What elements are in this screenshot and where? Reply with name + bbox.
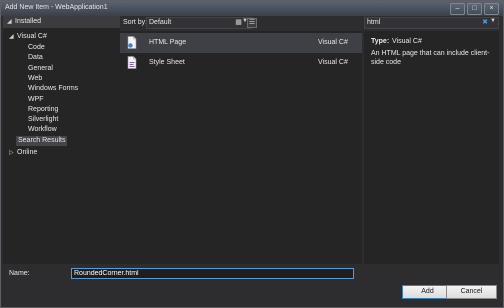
template-description: An HTML page that can include client-sid…	[371, 50, 490, 66]
name-input[interactable]	[74, 269, 349, 278]
clear-search-icon[interactable]: ✖	[482, 18, 488, 26]
tree-node-workflow[interactable]: Workflow	[28, 125, 57, 135]
tree-node-online[interactable]: ▷ Online	[9, 148, 37, 158]
tree-node-wpf[interactable]: WPF	[28, 95, 44, 105]
grid-view-icon[interactable]: ▦	[234, 18, 243, 27]
type-value: Visual C#	[392, 38, 422, 45]
tree-node-web[interactable]: Web	[28, 74, 42, 84]
template-type: Visual C#	[318, 39, 348, 46]
cancel-button[interactable]: Cancel	[446, 285, 497, 299]
expanded-arrow-icon: ◢	[9, 34, 14, 40]
type-label: Type:	[371, 38, 390, 45]
style-sheet-icon	[127, 56, 137, 69]
list-item-style-sheet[interactable]: Style Sheet Visual C#	[120, 53, 362, 73]
template-list: HTML Page Visual C# Style Sheet Visual C…	[120, 31, 362, 264]
html-page-icon	[127, 36, 137, 49]
chevron-down-icon[interactable]: ▼	[490, 18, 496, 24]
tree-node-code[interactable]: Code	[28, 43, 45, 53]
template-type: Visual C#	[318, 59, 348, 66]
sort-value: Default	[149, 19, 172, 26]
tree-node-installed[interactable]: ◢ Installed	[3, 16, 120, 28]
search-value: html	[367, 19, 381, 26]
search-installed-templates-input[interactable]: html ✖ ▼	[364, 17, 499, 29]
sort-label: Sort by:	[123, 19, 148, 26]
name-field[interactable]	[71, 268, 354, 279]
title-bar[interactable]: Add New Item - WebApplication1 – □ ×	[1, 1, 503, 16]
window-title: Add New Item - WebApplication1	[5, 4, 108, 11]
close-button[interactable]: ×	[484, 3, 499, 15]
tree-node-silverlight[interactable]: Silverlight	[28, 115, 58, 125]
sort-toolbar: Sort by: Default ▼ ▦ ☰	[120, 16, 362, 30]
tree-node-search-results[interactable]: Search Results	[16, 136, 68, 146]
details-pane: Type: Visual C# An HTML page that can in…	[364, 31, 499, 264]
list-view-icon[interactable]: ☰	[247, 18, 257, 28]
list-item-html-page[interactable]: HTML Page Visual C#	[120, 33, 362, 53]
tree-node-windows-forms[interactable]: Windows Forms	[28, 84, 78, 94]
template-name: Style Sheet	[149, 59, 185, 66]
tree-node-reporting[interactable]: Reporting	[28, 105, 58, 115]
name-label: Name:	[9, 270, 30, 277]
collapsed-arrow-icon: ▷	[9, 150, 14, 156]
template-name: HTML Page	[149, 39, 187, 46]
template-tree: ◢ Installed ◢ Visual C# Code Data General…	[3, 16, 120, 264]
maximize-button[interactable]: □	[467, 3, 482, 15]
tree-node-visual-csharp[interactable]: ◢ Visual C#	[9, 32, 47, 42]
minimize-button[interactable]: –	[450, 3, 465, 15]
expanded-arrow-icon: ◢	[7, 19, 12, 25]
tree-node-general[interactable]: General	[28, 64, 53, 74]
tree-node-data[interactable]: Data	[28, 53, 43, 63]
